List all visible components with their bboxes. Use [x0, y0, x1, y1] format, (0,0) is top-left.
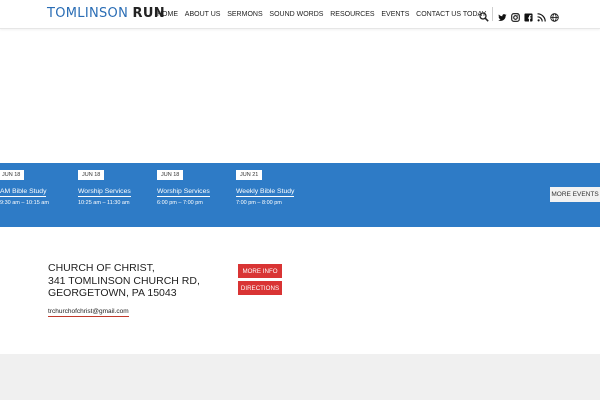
nav-resources[interactable]: RESOURCES [327, 9, 378, 20]
more-events-button[interactable]: MORE EVENTS [550, 187, 600, 202]
nav-sound-words[interactable]: SOUND WORDS [266, 9, 327, 20]
event-date-badge: JUN 18 [157, 170, 184, 180]
nav-sermons[interactable]: SERMONS [224, 9, 266, 20]
directions-button[interactable]: DIRECTIONS [238, 281, 282, 295]
social-links [498, 13, 559, 22]
event-time: 10:25 am – 11:30 am [78, 200, 130, 206]
event-item[interactable]: JUN 18 Worship Services 10:25 am – 11:30… [78, 163, 131, 206]
header-divider [492, 7, 493, 21]
event-date-badge: JUN 21 [236, 170, 263, 180]
email-link[interactable]: trchurchofchrist@gmail.com [48, 307, 129, 317]
footer-band [0, 354, 600, 400]
event-time: 7:00 pm – 8:00 pm [236, 200, 282, 206]
rss-icon[interactable] [537, 13, 546, 22]
address-line: CHURCH OF CHRIST, [48, 262, 155, 274]
event-time: 9:30 am – 10:15 am [0, 200, 49, 206]
twitter-icon[interactable] [498, 13, 507, 22]
logo-part-1: TOMLINSON [47, 6, 129, 21]
globe-icon[interactable] [550, 13, 559, 22]
event-time: 6:00 pm – 7:00 pm [157, 200, 203, 206]
address-line: 341 TOMLINSON CHURCH RD, [48, 274, 200, 287]
event-item[interactable]: JUN 18 Worship Services 6:00 pm – 7:00 p… [157, 163, 210, 206]
event-date-badge: JUN 18 [78, 170, 105, 180]
event-title-link[interactable]: Weekly Bible Study [236, 187, 295, 197]
event-item[interactable]: JUN 18 AM Bible Study 9:30 am – 10:15 am [0, 163, 49, 206]
site-logo[interactable]: TOMLINSON RUN [47, 5, 165, 23]
event-title-link[interactable]: AM Bible Study [0, 187, 47, 197]
event-item[interactable]: JUN 21 Weekly Bible Study 7:00 pm – 8:00… [236, 163, 295, 206]
search-icon[interactable] [479, 9, 489, 22]
facebook-icon[interactable] [524, 13, 533, 22]
event-title-link[interactable]: Worship Services [157, 187, 210, 197]
address-line: GEORGETOWN, PA 15043 [48, 287, 177, 299]
main-nav: HOME ABOUT US SERMONS SOUND WORDS RESOUR… [154, 9, 490, 20]
event-title-link[interactable]: Worship Services [78, 187, 131, 197]
nav-home[interactable]: HOME [154, 9, 181, 20]
more-info-button[interactable]: MORE INFO [238, 264, 282, 278]
nav-about-us[interactable]: ABOUT US [181, 9, 223, 20]
upcoming-events-band: JUN 18 AM Bible Study 9:30 am – 10:15 am… [0, 163, 600, 227]
nav-events[interactable]: EVENTS [378, 9, 413, 20]
event-date-badge: JUN 18 [0, 170, 25, 180]
church-address: CHURCH OF CHRIST, 341 TOMLINSON CHURCH R… [48, 262, 200, 300]
instagram-icon[interactable] [511, 13, 520, 22]
site-header: TOMLINSON RUN HOME ABOUT US SERMONS SOUN… [0, 0, 600, 29]
